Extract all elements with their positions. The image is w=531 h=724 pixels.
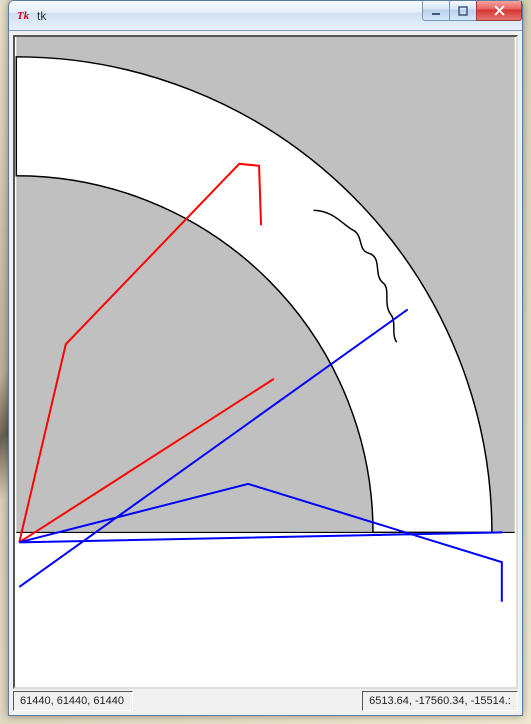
canvas[interactable] (13, 35, 518, 689)
window-buttons (423, 1, 522, 21)
client-area: 61440, 61440, 61440 6513.64, -17560.34, … (9, 31, 522, 715)
canvas-bg-white (16, 532, 514, 687)
status-right: 6513.64, -17560.34, -15514.: (362, 691, 518, 711)
maximize-button[interactable] (449, 1, 477, 21)
statusbar: 61440, 61440, 61440 6513.64, -17560.34, … (13, 691, 518, 711)
close-button[interactable] (476, 1, 522, 21)
minimize-button[interactable] (422, 1, 450, 21)
window-title: tk (37, 9, 46, 23)
tk-icon: Tk (15, 8, 31, 24)
canvas-svg (15, 37, 516, 687)
titlebar[interactable]: Tk tk (9, 1, 522, 31)
status-left: 61440, 61440, 61440 (13, 691, 133, 711)
app-window: Tk tk (8, 0, 523, 716)
